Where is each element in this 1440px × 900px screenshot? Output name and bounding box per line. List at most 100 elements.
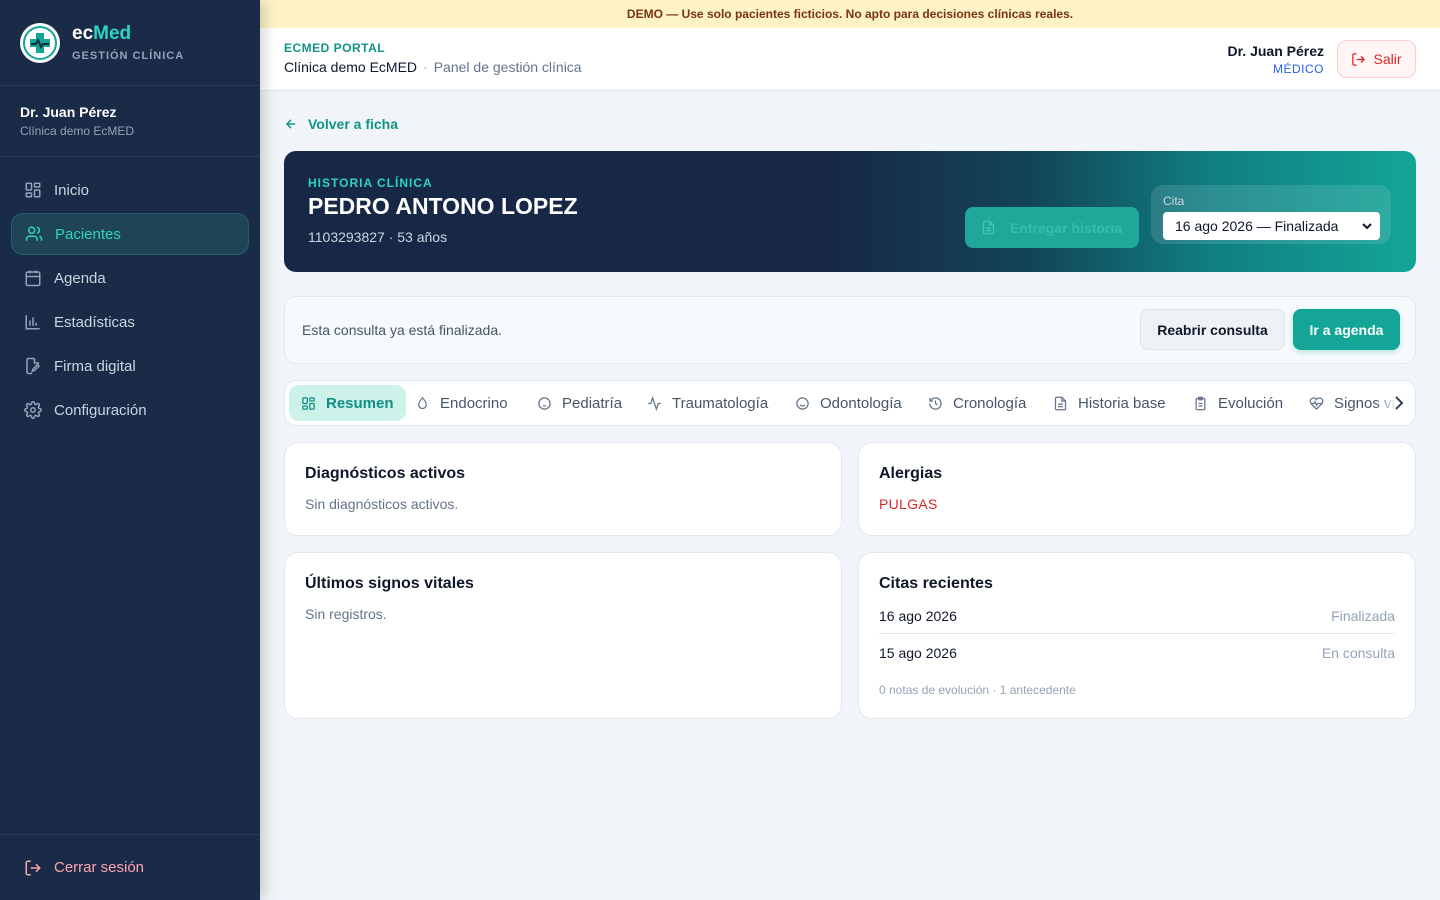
card-title: Citas recientes <box>879 575 993 592</box>
consulta-status-bar: Esta consulta ya está finalizada. Reabri… <box>284 296 1416 364</box>
tab-cronologia[interactable]: Cronología <box>916 385 1038 421</box>
header-clinic: Clínica demo EcMED <box>284 59 418 75</box>
card-text: Sin diagnósticos activos. <box>305 496 459 512</box>
card-diagnosticos: Diagnósticos activos Sin diagnósticos ac… <box>284 442 842 536</box>
portal-breadcrumb: Clínica demo EcMED · Panel de gestión clín… <box>284 59 582 75</box>
tab-endocrino[interactable]: Endocrino <box>403 385 520 421</box>
appointment-date: 16 ago 2026 <box>879 607 957 624</box>
brand-name: ecMed <box>72 23 132 44</box>
tab-evolucion[interactable]: Evolución <box>1181 385 1295 421</box>
tab-label: Traumatología <box>672 394 769 412</box>
appointment-status: Finalizada <box>1331 607 1395 624</box>
record-tabs: Resumen Endocrino Pediatría Traumatologí… <box>284 380 1416 426</box>
sidebar-item-label: Inicio <box>54 181 90 199</box>
smile-icon <box>796 396 809 410</box>
card-citas-recientes: Citas recientes 16 ago 2026 Finalizada 1… <box>858 552 1416 719</box>
gear-icon <box>24 401 42 419</box>
cita-label: Cita <box>1163 194 1185 208</box>
sidebar-nav: Inicio Pacientes Agenda Estadísticas Fir… <box>0 157 260 431</box>
sidebar-item-configuracion[interactable]: Configuración <box>11 389 249 431</box>
sidebar-item-firma-digital[interactable]: Firma digital <box>11 345 249 387</box>
calendar-icon <box>25 270 41 287</box>
tab-label: Evolución <box>1218 394 1284 412</box>
allergy-item: PULGAS <box>879 496 938 512</box>
back-to-record-link[interactable]: Volver a ficha <box>284 116 398 132</box>
tab-historia-base[interactable]: Historia base <box>1041 385 1178 421</box>
tab-odontologia[interactable]: Odontología <box>783 385 914 421</box>
tab-resumen[interactable]: Resumen <box>289 385 406 421</box>
tab-label: Endocrino <box>440 394 508 412</box>
logout-button[interactable]: Cerrar sesión <box>0 834 260 900</box>
patient-name: PEDRO ANTONO LOPEZ <box>308 193 578 219</box>
file-icon <box>1054 396 1067 410</box>
patient-hero: HISTORIA CLÍNICA PEDRO ANTONO LOPEZ 1103… <box>284 151 1416 272</box>
card-alergias: Alergias PULGAS <box>858 442 1416 536</box>
logout-label: Cerrar sesión <box>54 859 145 876</box>
grid-icon <box>25 182 41 198</box>
header-subtitle: Panel de gestión clínica <box>433 59 582 75</box>
sidebar-item-agenda[interactable]: Agenda <box>11 257 249 299</box>
grid-icon <box>302 396 315 410</box>
sidebar-item-label: Configuración <box>54 401 147 419</box>
card-signos-vitales: Últimos signos vitales Sin registros. <box>284 552 842 719</box>
sidebar-item-estadisticas[interactable]: Estadísticas <box>11 301 249 343</box>
cita-selected-value: 16 ago 2026 — Finalizada <box>1175 218 1339 234</box>
sidebar-item-label: Firma digital <box>54 357 136 375</box>
history-icon <box>929 396 942 410</box>
signature-icon <box>26 357 41 375</box>
salir-button[interactable]: Salir <box>1337 40 1416 78</box>
tab-pediatria[interactable]: Pediatría <box>525 385 634 421</box>
chevron-right-icon[interactable] <box>1393 396 1405 410</box>
appointment-row[interactable]: 15 ago 2026 En consulta <box>879 634 1395 671</box>
cita-select[interactable]: 16 ago 2026 — Finalizada <box>1163 212 1380 240</box>
top-header: ECMED PORTAL Clínica demo EcMED · Panel de… <box>260 28 1440 91</box>
logout-icon <box>25 860 41 875</box>
appointment-row[interactable]: 16 ago 2026 Finalizada <box>879 597 1395 634</box>
header-user: Dr. Juan Pérez MÉDICO <box>1228 43 1325 76</box>
card-title: Últimos signos vitales <box>305 575 474 592</box>
bar-chart-icon <box>25 315 40 330</box>
sidebar: ecMed GESTIÓN CLÍNICA Dr. Juan Pérez Clí… <box>0 0 260 900</box>
activity-icon <box>648 395 661 411</box>
sidebar-item-label: Pacientes <box>55 225 121 243</box>
entregar-historia-button[interactable]: Entregar historia <box>965 207 1139 248</box>
demo-banner: DEMO — Use solo pacientes ficticios. No … <box>260 0 1440 28</box>
brand: ecMed GESTIÓN CLÍNICA <box>0 0 260 86</box>
drop-icon <box>418 396 427 409</box>
clipboard-icon <box>1195 396 1206 410</box>
ir-a-agenda-button[interactable]: Ir a agenda <box>1293 309 1400 350</box>
sidebar-user-clinic: Clínica demo EcMED <box>20 124 135 138</box>
tab-label: Resumen <box>326 394 394 412</box>
sidebar-item-pacientes[interactable]: Pacientes <box>11 213 249 255</box>
header-user-role: MÉDICO <box>1273 62 1324 76</box>
entregar-label: Entregar historia <box>1010 219 1123 236</box>
appointment-date: 15 ago 2026 <box>879 644 957 661</box>
sidebar-item-inicio[interactable]: Inicio <box>11 169 249 211</box>
header-separator: · <box>423 59 428 75</box>
sidebar-item-label: Agenda <box>54 269 106 287</box>
patient-meta: 1103293827 · 53 años <box>308 229 448 245</box>
cita-selector: Cita 16 ago 2026 — Finalizada <box>1151 185 1391 244</box>
tab-traumatologia[interactable]: Traumatología <box>635 385 780 421</box>
reabrir-consulta-button[interactable]: Reabrir consulta <box>1140 309 1285 350</box>
back-link-label: Volver a ficha <box>308 116 399 132</box>
sidebar-user-name: Dr. Juan Pérez <box>20 104 117 120</box>
file-icon <box>982 220 995 235</box>
arrow-left-icon <box>285 119 296 129</box>
salir-label: Salir <box>1373 51 1402 67</box>
portal-label: ECMED PORTAL <box>284 41 386 55</box>
brand-subtitle: GESTIÓN CLÍNICA <box>72 50 185 62</box>
tab-label: Historia base <box>1078 394 1166 412</box>
baby-icon <box>538 396 551 410</box>
card-title: Diagnósticos activos <box>305 465 466 482</box>
card-title: Alergias <box>879 465 943 482</box>
sidebar-user: Dr. Juan Pérez Clínica demo EcMED <box>0 86 260 157</box>
citas-footer: 0 notas de evolución · 1 antecedente <box>879 683 1076 697</box>
logout-icon <box>1352 52 1366 66</box>
brand-logo-icon <box>20 22 60 63</box>
heart-pulse-icon <box>1309 396 1324 410</box>
hero-section-label: HISTORIA CLÍNICA <box>308 176 433 190</box>
tab-label: Cronología <box>953 394 1027 412</box>
tab-label: Odontología <box>820 394 902 412</box>
status-text: Esta consulta ya está finalizada. <box>302 322 503 338</box>
